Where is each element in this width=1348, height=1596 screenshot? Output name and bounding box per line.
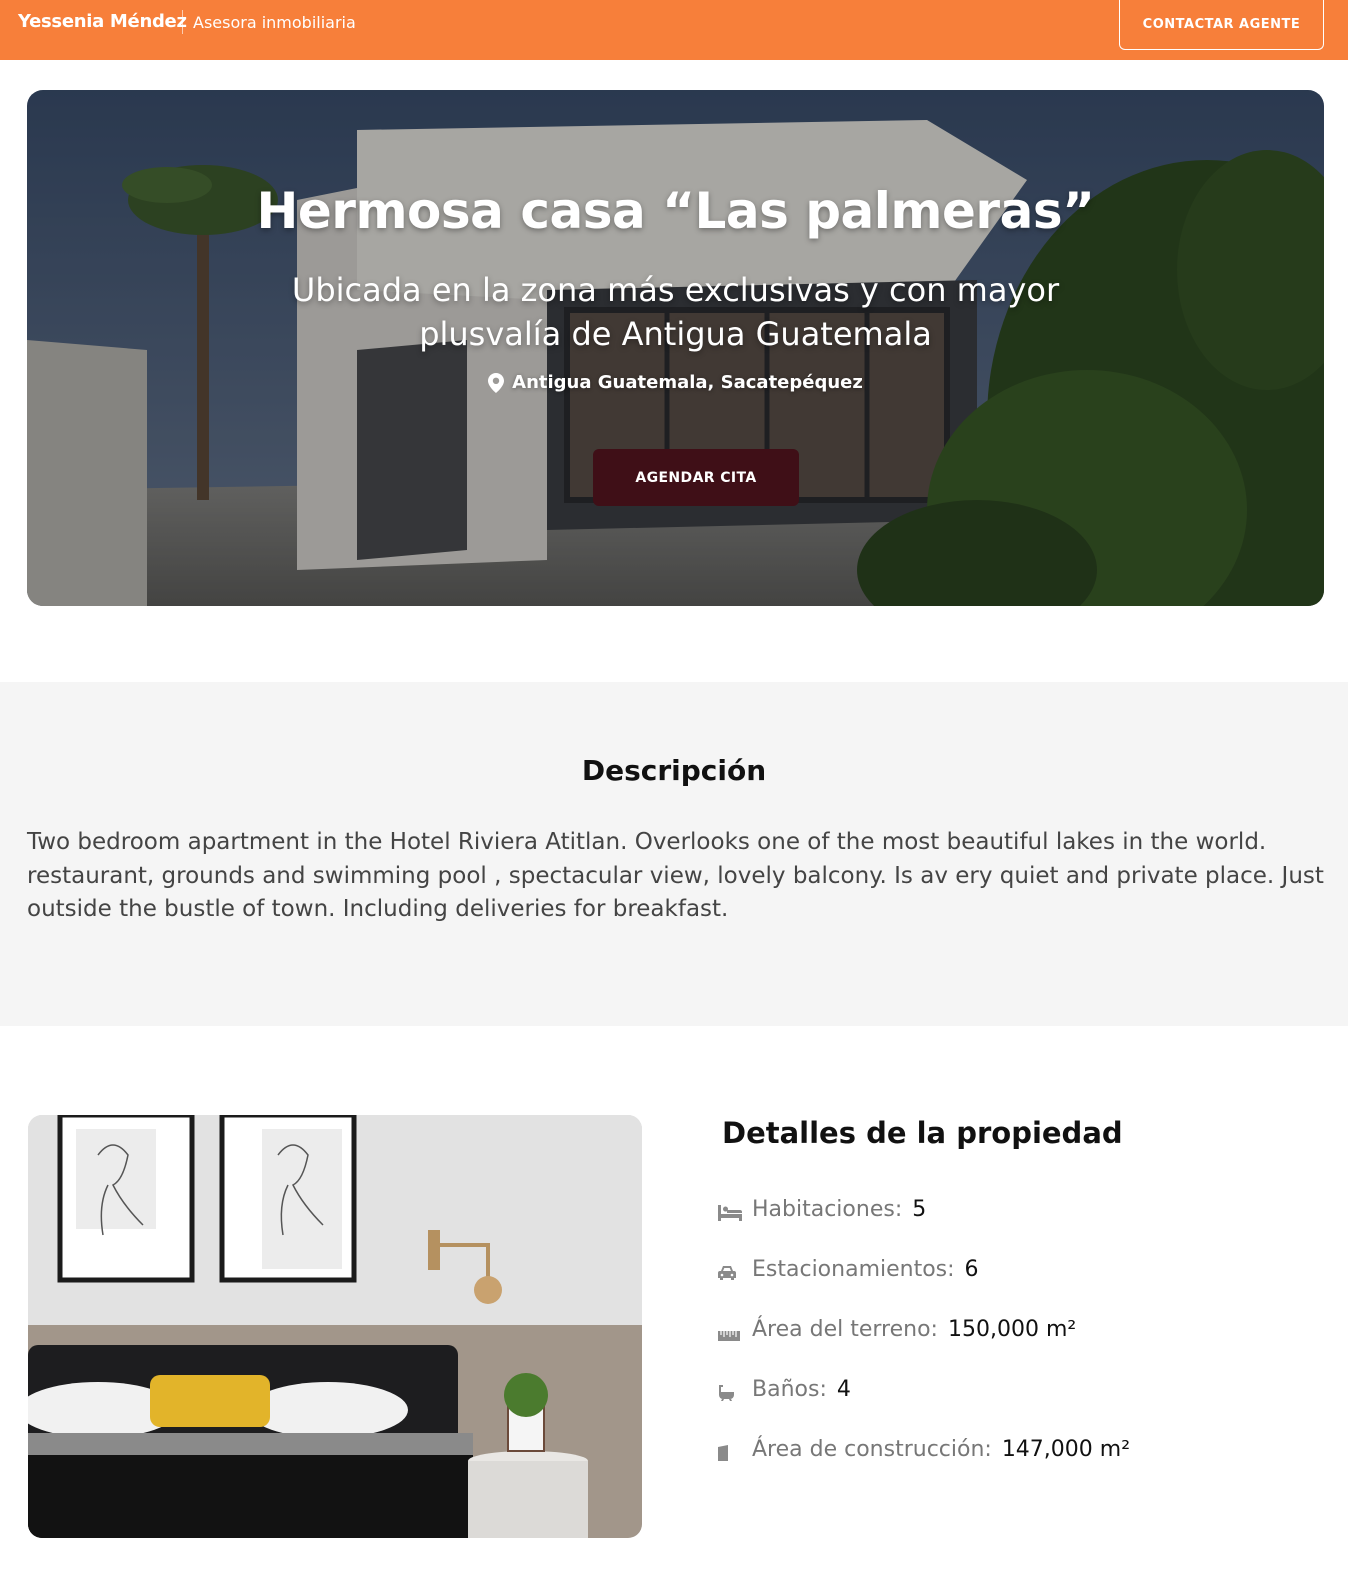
detail-value: 5 bbox=[912, 1197, 927, 1222]
bathtub-icon bbox=[718, 1379, 744, 1401]
agent-name[interactable]: Yessenia Méndez bbox=[18, 11, 187, 32]
detail-label: Baños: bbox=[752, 1377, 827, 1402]
detail-label: Habitaciones: bbox=[752, 1197, 903, 1222]
detail-value: 4 bbox=[836, 1377, 851, 1402]
car-icon bbox=[718, 1259, 744, 1281]
detail-construction-area: Área de construcción: 147,000 m² bbox=[718, 1437, 1130, 1462]
detail-bedrooms: Habitaciones: 5 bbox=[718, 1197, 926, 1222]
detail-value: 150,000 m² bbox=[947, 1317, 1077, 1342]
description-title: Descripción bbox=[581, 754, 767, 787]
agent-role: Asesora inmobiliaria bbox=[193, 13, 356, 32]
detail-value: 6 bbox=[964, 1257, 979, 1282]
description-section: Descripción Two bedroom apartment in the… bbox=[0, 682, 1348, 1026]
schedule-appointment-button[interactable]: AGENDAR CITA bbox=[593, 449, 799, 506]
contact-agent-button[interactable]: CONTACTAR AGENTE bbox=[1119, 0, 1324, 50]
detail-label: Área del terreno: bbox=[752, 1317, 938, 1342]
detail-label: Estacionamientos: bbox=[752, 1257, 955, 1282]
property-subtitle: Ubicada en la zona más exclusivas y con … bbox=[291, 271, 1060, 353]
detail-parking: Estacionamientos: 6 bbox=[718, 1257, 979, 1282]
description-text: Two bedroom apartment in the Hotel Rivie… bbox=[27, 829, 1324, 922]
property-title: Hermosa casa “Las palmeras” bbox=[256, 182, 1095, 240]
hero-banner: Hermosa casa “Las palmeras” Ubicada en l… bbox=[27, 90, 1324, 606]
bed-icon bbox=[718, 1199, 744, 1221]
bedroom-photo bbox=[28, 1115, 642, 1538]
detail-land-area: Área del terreno: 150,000 m² bbox=[718, 1317, 1076, 1342]
brand-divider bbox=[182, 10, 183, 34]
ruler-icon bbox=[718, 1319, 744, 1341]
detail-label: Área de construcción: bbox=[752, 1437, 992, 1462]
detail-bathrooms: Baños: 4 bbox=[718, 1377, 851, 1402]
location-text: Antigua Guatemala, Sacatepéquez bbox=[512, 372, 863, 393]
building-icon bbox=[718, 1439, 744, 1461]
property-location: Antigua Guatemala, Sacatepéquez bbox=[27, 372, 1324, 393]
top-header: Yessenia Méndez Asesora inmobiliaria CON… bbox=[0, 0, 1348, 60]
details-title: Detalles de la propiedad bbox=[722, 1116, 1123, 1150]
detail-value: 147,000 m² bbox=[1001, 1437, 1131, 1462]
map-pin-icon bbox=[488, 372, 505, 393]
